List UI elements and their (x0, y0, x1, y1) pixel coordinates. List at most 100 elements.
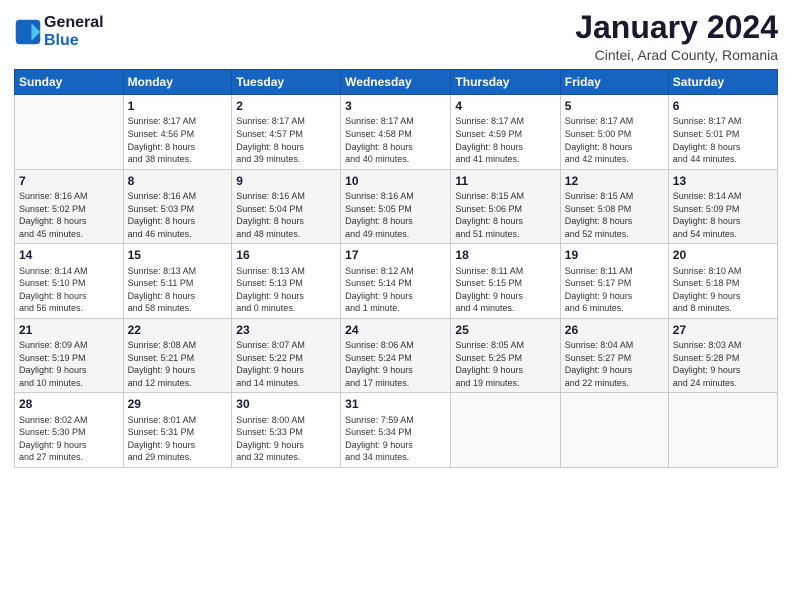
calendar-cell: 20 Sunrise: 8:10 AM Sunset: 5:18 PM Dayli… (668, 244, 777, 319)
day-info: Sunrise: 8:17 AM Sunset: 4:57 PM Dayligh… (236, 115, 336, 165)
day-number: 10 (345, 173, 446, 189)
calendar-cell: 3Sunrise: 8:17 AM Sunset: 4:58 PM Daylig… (341, 95, 451, 170)
day-info: Sunrise: 8:14 AM Sunset: 5:10 PM Dayligh… (19, 265, 119, 315)
day-number: 4 (455, 98, 555, 114)
day-info: Sunrise: 8:15 AM Sunset: 5:08 PM Dayligh… (565, 190, 664, 240)
calendar-cell: 4Sunrise: 8:17 AM Sunset: 4:59 PM Daylig… (451, 95, 560, 170)
calendar-cell: 19 Sunrise: 8:11 AM Sunset: 5:17 PM Dayli… (560, 244, 668, 319)
calendar-cell: 5Sunrise: 8:17 AM Sunset: 5:00 PM Daylig… (560, 95, 668, 170)
day-number: 16 (236, 247, 336, 263)
weekday-header-row: SundayMondayTuesdayWednesdayThursdayFrid… (15, 70, 778, 95)
weekday-header-tuesday: Tuesday (232, 70, 341, 95)
calendar-week-row: 1Sunrise: 8:17 AM Sunset: 4:56 PM Daylig… (15, 95, 778, 170)
calendar-week-row: 14 Sunrise: 8:14 AM Sunset: 5:10 PM Dayli… (15, 244, 778, 319)
calendar-subtitle: Cintei, Arad County, Romania (575, 47, 778, 63)
day-info: Sunrise: 8:17 AM Sunset: 5:01 PM Dayligh… (673, 115, 773, 165)
day-info: Sunrise: 8:08 AM Sunset: 5:21 PM Dayligh… (128, 339, 228, 389)
day-number: 13 (673, 173, 773, 189)
weekday-header-monday: Monday (123, 70, 232, 95)
calendar-cell: 11Sunrise: 8:15 AM Sunset: 5:06 PM Dayli… (451, 169, 560, 244)
calendar-cell: 21Sunrise: 8:09 AM Sunset: 5:19 PM Dayli… (15, 318, 124, 393)
day-info: Sunrise: 8:01 AM Sunset: 5:31 PM Dayligh… (128, 414, 228, 464)
calendar-cell: 14 Sunrise: 8:14 AM Sunset: 5:10 PM Dayli… (15, 244, 124, 319)
header: General Blue January 2024 Cintei, Arad C… (14, 10, 778, 63)
calendar-cell: 24Sunrise: 8:06 AM Sunset: 5:24 PM Dayli… (341, 318, 451, 393)
calendar-week-row: 21Sunrise: 8:09 AM Sunset: 5:19 PM Dayli… (15, 318, 778, 393)
day-info: Sunrise: 8:04 AM Sunset: 5:27 PM Dayligh… (565, 339, 664, 389)
day-info: Sunrise: 8:14 AM Sunset: 5:09 PM Dayligh… (673, 190, 773, 240)
day-number: 24 (345, 322, 446, 338)
day-number: 1 (128, 98, 228, 114)
day-number: 3 (345, 98, 446, 114)
weekday-header-saturday: Saturday (668, 70, 777, 95)
weekday-header-friday: Friday (560, 70, 668, 95)
weekday-header-sunday: Sunday (15, 70, 124, 95)
day-number: 19 (565, 247, 664, 263)
calendar-cell: 31Sunrise: 7:59 AM Sunset: 5:34 PM Dayli… (341, 393, 451, 468)
day-info: Sunrise: 8:16 AM Sunset: 5:05 PM Dayligh… (345, 190, 446, 240)
calendar-title: January 2024 (575, 10, 778, 45)
day-number: 25 (455, 322, 555, 338)
calendar-table: SundayMondayTuesdayWednesdayThursdayFrid… (14, 69, 778, 468)
calendar-cell: 6Sunrise: 8:17 AM Sunset: 5:01 PM Daylig… (668, 95, 777, 170)
day-info: Sunrise: 8:06 AM Sunset: 5:24 PM Dayligh… (345, 339, 446, 389)
calendar-cell: 10Sunrise: 8:16 AM Sunset: 5:05 PM Dayli… (341, 169, 451, 244)
calendar-week-row: 7Sunrise: 8:16 AM Sunset: 5:02 PM Daylig… (15, 169, 778, 244)
calendar-cell: 2Sunrise: 8:17 AM Sunset: 4:57 PM Daylig… (232, 95, 341, 170)
calendar-cell (15, 95, 124, 170)
day-info: Sunrise: 8:11 AM Sunset: 5:17 PM Dayligh… (565, 265, 664, 315)
day-info: Sunrise: 7:59 AM Sunset: 5:34 PM Dayligh… (345, 414, 446, 464)
main-container: General Blue January 2024 Cintei, Arad C… (0, 0, 792, 478)
logo-text-blue: Blue (44, 32, 104, 50)
day-number: 9 (236, 173, 336, 189)
day-number: 27 (673, 322, 773, 338)
day-number: 26 (565, 322, 664, 338)
weekday-header-thursday: Thursday (451, 70, 560, 95)
calendar-cell: 28 Sunrise: 8:02 AM Sunset: 5:30 PM Dayli… (15, 393, 124, 468)
day-number: 8 (128, 173, 228, 189)
day-info: Sunrise: 8:15 AM Sunset: 5:06 PM Dayligh… (455, 190, 555, 240)
calendar-cell (668, 393, 777, 468)
day-info: Sunrise: 8:05 AM Sunset: 5:25 PM Dayligh… (455, 339, 555, 389)
logo-icon (14, 18, 42, 46)
day-number: 30 (236, 396, 336, 412)
day-info: Sunrise: 8:17 AM Sunset: 4:58 PM Dayligh… (345, 115, 446, 165)
day-info: Sunrise: 8:10 AM Sunset: 5:18 PM Dayligh… (673, 265, 773, 315)
logo-text-general: General (44, 14, 104, 32)
day-info: Sunrise: 8:17 AM Sunset: 5:00 PM Dayligh… (565, 115, 664, 165)
logo: General Blue (14, 14, 104, 49)
calendar-cell: 26Sunrise: 8:04 AM Sunset: 5:27 PM Dayli… (560, 318, 668, 393)
day-number: 28 (19, 396, 119, 412)
day-info: Sunrise: 8:12 AM Sunset: 5:14 PM Dayligh… (345, 265, 446, 315)
day-number: 22 (128, 322, 228, 338)
calendar-cell: 8Sunrise: 8:16 AM Sunset: 5:03 PM Daylig… (123, 169, 232, 244)
calendar-cell: 9Sunrise: 8:16 AM Sunset: 5:04 PM Daylig… (232, 169, 341, 244)
day-number: 17 (345, 247, 446, 263)
calendar-cell: 30 Sunrise: 8:00 AM Sunset: 5:33 PM Dayli… (232, 393, 341, 468)
calendar-cell: 22Sunrise: 8:08 AM Sunset: 5:21 PM Dayli… (123, 318, 232, 393)
day-info: Sunrise: 8:13 AM Sunset: 5:13 PM Dayligh… (236, 265, 336, 315)
day-number: 11 (455, 173, 555, 189)
day-info: Sunrise: 8:13 AM Sunset: 5:11 PM Dayligh… (128, 265, 228, 315)
day-number: 20 (673, 247, 773, 263)
day-info: Sunrise: 8:00 AM Sunset: 5:33 PM Dayligh… (236, 414, 336, 464)
day-info: Sunrise: 8:11 AM Sunset: 5:15 PM Dayligh… (455, 265, 555, 315)
day-number: 18 (455, 247, 555, 263)
day-info: Sunrise: 8:16 AM Sunset: 5:03 PM Dayligh… (128, 190, 228, 240)
calendar-cell: 17 Sunrise: 8:12 AM Sunset: 5:14 PM Dayli… (341, 244, 451, 319)
calendar-cell (451, 393, 560, 468)
day-info: Sunrise: 8:02 AM Sunset: 5:30 PM Dayligh… (19, 414, 119, 464)
day-number: 21 (19, 322, 119, 338)
day-info: Sunrise: 8:17 AM Sunset: 4:56 PM Dayligh… (128, 115, 228, 165)
calendar-cell: 15 Sunrise: 8:13 AM Sunset: 5:11 PM Dayli… (123, 244, 232, 319)
day-info: Sunrise: 8:16 AM Sunset: 5:04 PM Dayligh… (236, 190, 336, 240)
day-number: 29 (128, 396, 228, 412)
calendar-cell: 7Sunrise: 8:16 AM Sunset: 5:02 PM Daylig… (15, 169, 124, 244)
calendar-cell: 13Sunrise: 8:14 AM Sunset: 5:09 PM Dayli… (668, 169, 777, 244)
day-number: 15 (128, 247, 228, 263)
calendar-cell: 18 Sunrise: 8:11 AM Sunset: 5:15 PM Dayli… (451, 244, 560, 319)
day-number: 12 (565, 173, 664, 189)
day-number: 14 (19, 247, 119, 263)
calendar-cell: 1Sunrise: 8:17 AM Sunset: 4:56 PM Daylig… (123, 95, 232, 170)
day-number: 5 (565, 98, 664, 114)
